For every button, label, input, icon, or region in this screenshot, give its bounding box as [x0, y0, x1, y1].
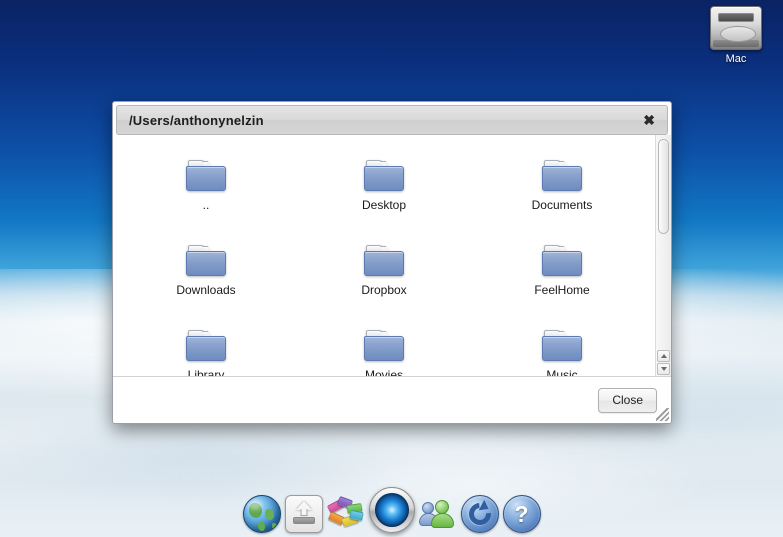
scroll-down-button[interactable] [657, 363, 670, 375]
dock-item-help-icon[interactable]: ? [502, 495, 541, 533]
dock-item-blocks-icon[interactable] [326, 495, 365, 533]
scroll-up-button[interactable] [657, 350, 670, 362]
file-label: FeelHome [534, 283, 590, 297]
file-label: .. [202, 198, 210, 212]
window-title: /Users/anthonynelzin [129, 112, 264, 128]
close-button[interactable]: Close [598, 387, 657, 413]
file-item[interactable]: Dropbox [295, 232, 473, 317]
orb-inner [374, 493, 409, 527]
chevron-up-icon [660, 354, 667, 358]
file-browser-window: /Users/anthonynelzin ✖ .. Desktop Docume… [112, 101, 672, 424]
file-item[interactable]: .. [117, 147, 295, 232]
desktop-icon-label: Mac [725, 53, 747, 65]
desktop-icon-mac-drive[interactable]: Mac [703, 6, 769, 65]
dock: ? [0, 481, 783, 533]
file-grid: .. Desktop Documents Downloads Dropbox F… [113, 135, 655, 376]
folder-icon [542, 245, 582, 276]
hard-drive-base [713, 40, 759, 47]
window-titlebar[interactable]: /Users/anthonynelzin ✖ [116, 105, 668, 135]
window-footer: Close [113, 376, 671, 423]
chevron-down-icon [660, 367, 667, 371]
folder-icon [364, 245, 404, 276]
folder-icon [186, 330, 226, 361]
file-label: Documents [531, 198, 593, 212]
file-item[interactable]: Movies [295, 317, 473, 376]
eject-bar [292, 517, 315, 524]
folder-icon [186, 160, 226, 191]
file-label: Downloads [176, 283, 236, 297]
folder-icon [364, 160, 404, 191]
dock-item-users-icon[interactable] [418, 495, 457, 533]
file-item[interactable]: FeelHome [473, 232, 651, 317]
file-label: Library [187, 368, 225, 376]
scrollbar-thumb[interactable] [658, 139, 669, 234]
hard-drive-icon [710, 6, 762, 50]
dock-item-refresh-icon[interactable] [460, 495, 499, 533]
folder-icon [542, 330, 582, 361]
file-item[interactable]: Documents [473, 147, 651, 232]
scrollbar-track[interactable] [656, 137, 671, 350]
folder-icon [364, 330, 404, 361]
file-label: Desktop [361, 198, 407, 212]
file-label: Dropbox [361, 283, 407, 297]
file-label: Music [546, 368, 578, 376]
dock-item-eject-icon[interactable] [284, 495, 323, 533]
close-icon[interactable]: ✖ [639, 111, 659, 129]
vertical-scrollbar[interactable] [655, 135, 671, 376]
folder-icon [542, 160, 582, 191]
upload-stem [300, 509, 307, 516]
file-item[interactable]: Desktop [295, 147, 473, 232]
file-item[interactable]: Downloads [117, 232, 295, 317]
folder-icon [186, 245, 226, 276]
resize-grip-icon[interactable] [656, 408, 669, 421]
dock-item-orb-icon[interactable] [368, 487, 415, 533]
window-body: .. Desktop Documents Downloads Dropbox F… [113, 135, 671, 376]
dock-item-globe-icon[interactable] [242, 495, 281, 533]
file-label: Movies [364, 368, 403, 376]
file-item[interactable]: Library [117, 317, 295, 376]
file-item[interactable]: Music [473, 317, 651, 376]
